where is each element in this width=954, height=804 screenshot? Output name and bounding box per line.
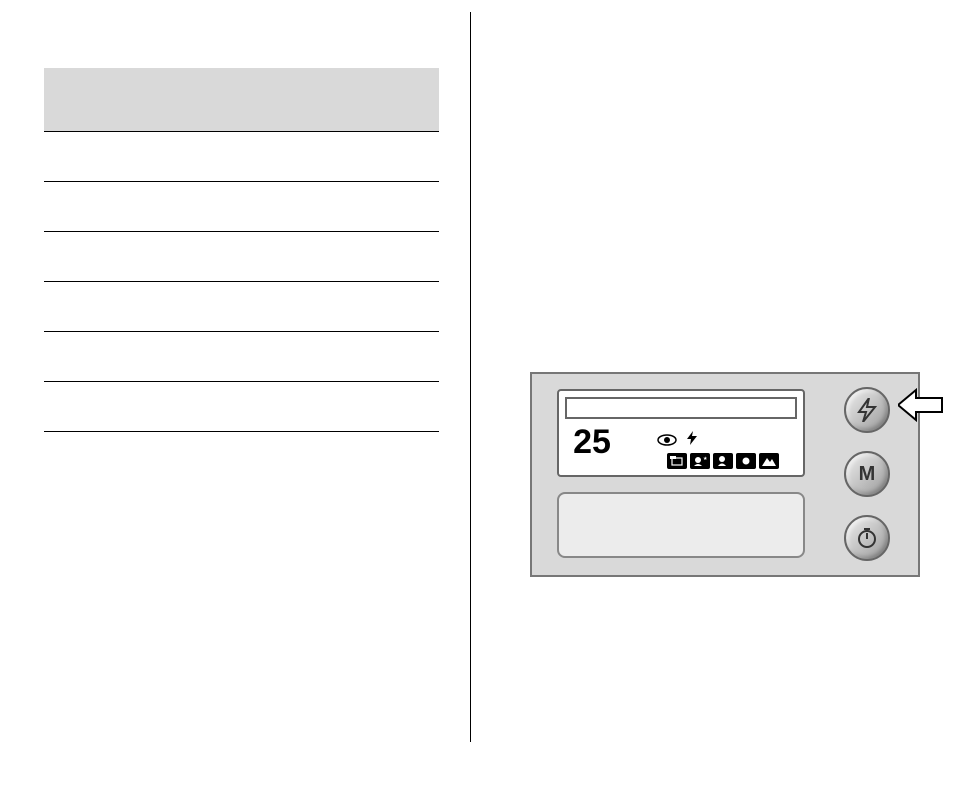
table-placeholder (44, 68, 439, 432)
lcd-display: 25 ★ (557, 389, 805, 477)
table-header (44, 68, 439, 132)
mode-icon-4 (736, 453, 756, 469)
mode-icon-3 (713, 453, 733, 469)
timer-button[interactable] (844, 515, 890, 561)
table-row (44, 332, 439, 382)
flash-icon (857, 398, 877, 422)
flash-button[interactable] (844, 387, 890, 433)
button-column: M (840, 387, 894, 561)
table-row (44, 132, 439, 182)
mode-button-label: M (859, 463, 876, 486)
pointer-arrow-icon (898, 388, 943, 422)
table-row (44, 282, 439, 332)
timer-icon (856, 527, 878, 549)
red-eye-icon (657, 434, 677, 446)
table-row (44, 382, 439, 432)
mode-icon-5 (759, 453, 779, 469)
svg-text:★: ★ (703, 456, 707, 462)
secondary-panel (557, 492, 805, 558)
mode-button[interactable]: M (844, 451, 890, 497)
lcd-top-bar (565, 397, 797, 419)
column-divider (470, 12, 471, 742)
table-row (44, 182, 439, 232)
flash-bolt-icon (687, 431, 697, 448)
mode-icon-1 (667, 453, 687, 469)
lcd-status-icons (657, 431, 697, 448)
table-row (44, 232, 439, 282)
camera-panel: 25 ★ (530, 372, 920, 577)
mode-icons-row: ★ (667, 453, 779, 469)
frame-counter: 25 (565, 423, 619, 461)
mode-icon-2: ★ (690, 453, 710, 469)
